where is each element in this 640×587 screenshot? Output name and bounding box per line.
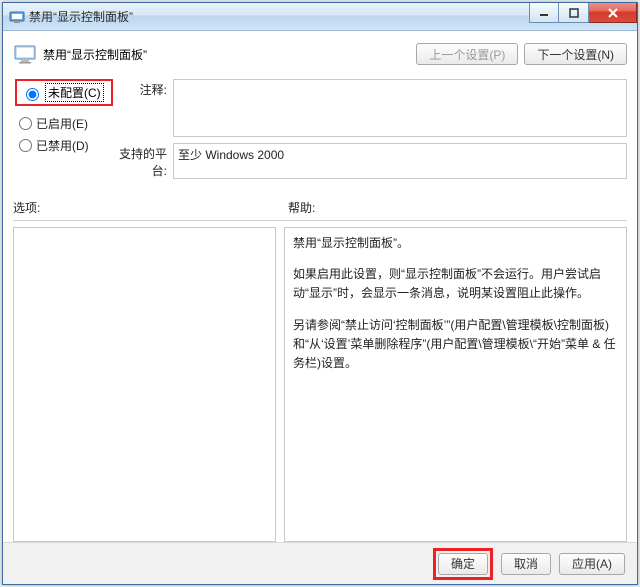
radio-enabled[interactable] [19,117,32,130]
titlebar: 禁用“显示控制面板” [3,3,637,31]
minimize-button[interactable] [529,3,559,23]
prev-setting-button[interactable]: 上一个设置(P) [416,43,518,65]
radio-enabled-item[interactable]: 已启用(E) [13,112,113,134]
radio-disabled-label: 已禁用(D) [36,137,89,154]
supported-label: 支持的平台: [113,143,173,179]
ok-button[interactable]: 确定 [438,553,488,575]
apply-button[interactable]: 应用(A) [559,553,625,575]
ok-highlight: 确定 [433,548,493,580]
help-p3: 另请参阅“禁止访问‘控制面板’”(用户配置\管理模板\控制面板)和“从‘设置’菜… [293,316,618,374]
radio-disabled-item[interactable]: 已禁用(D) [13,134,113,156]
footer: 确定 取消 应用(A) [3,542,637,584]
radio-not-configured[interactable] [26,88,39,101]
help-p1: 禁用“显示控制面板”。 [293,234,618,253]
close-button[interactable] [589,3,637,23]
comment-textarea[interactable] [173,79,627,137]
help-label: 帮助: [288,201,315,215]
not-configured-highlight: 未配置(C) [15,79,113,106]
client-area: 禁用“显示控制面板” 上一个设置(P) 下一个设置(N) 未配置(C) 已启用(… [3,31,637,542]
radio-group: 未配置(C) 已启用(E) 已禁用(D) [13,79,113,185]
comment-label: 注释: [113,79,173,137]
header-title: 禁用“显示控制面板” [43,46,147,63]
divider [13,220,627,221]
supported-box: 至少 Windows 2000 [173,143,627,179]
radio-enabled-label: 已启用(E) [36,115,88,132]
window-controls [529,3,637,23]
help-pane: 禁用“显示控制面板”。 如果启用此设置，则“显示控制面板”不会运行。用户尝试启动… [284,227,627,542]
help-p2: 如果启用此设置，则“显示控制面板”不会运行。用户尝试启动“显示”时，会显示一条消… [293,265,618,303]
radio-disabled[interactable] [19,139,32,152]
radio-not-configured-label: 未配置(C) [46,84,103,101]
cancel-button[interactable]: 取消 [501,553,551,575]
options-pane [13,227,276,542]
maximize-button[interactable] [559,3,589,23]
policy-icon [13,42,37,66]
options-label: 选项: [13,201,40,215]
dialog-window: 禁用“显示控制面板” [2,2,638,585]
next-setting-button[interactable]: 下一个设置(N) [524,43,627,65]
policy-titlebar-icon [9,9,25,25]
title-text: 禁用“显示控制面板” [29,8,133,25]
